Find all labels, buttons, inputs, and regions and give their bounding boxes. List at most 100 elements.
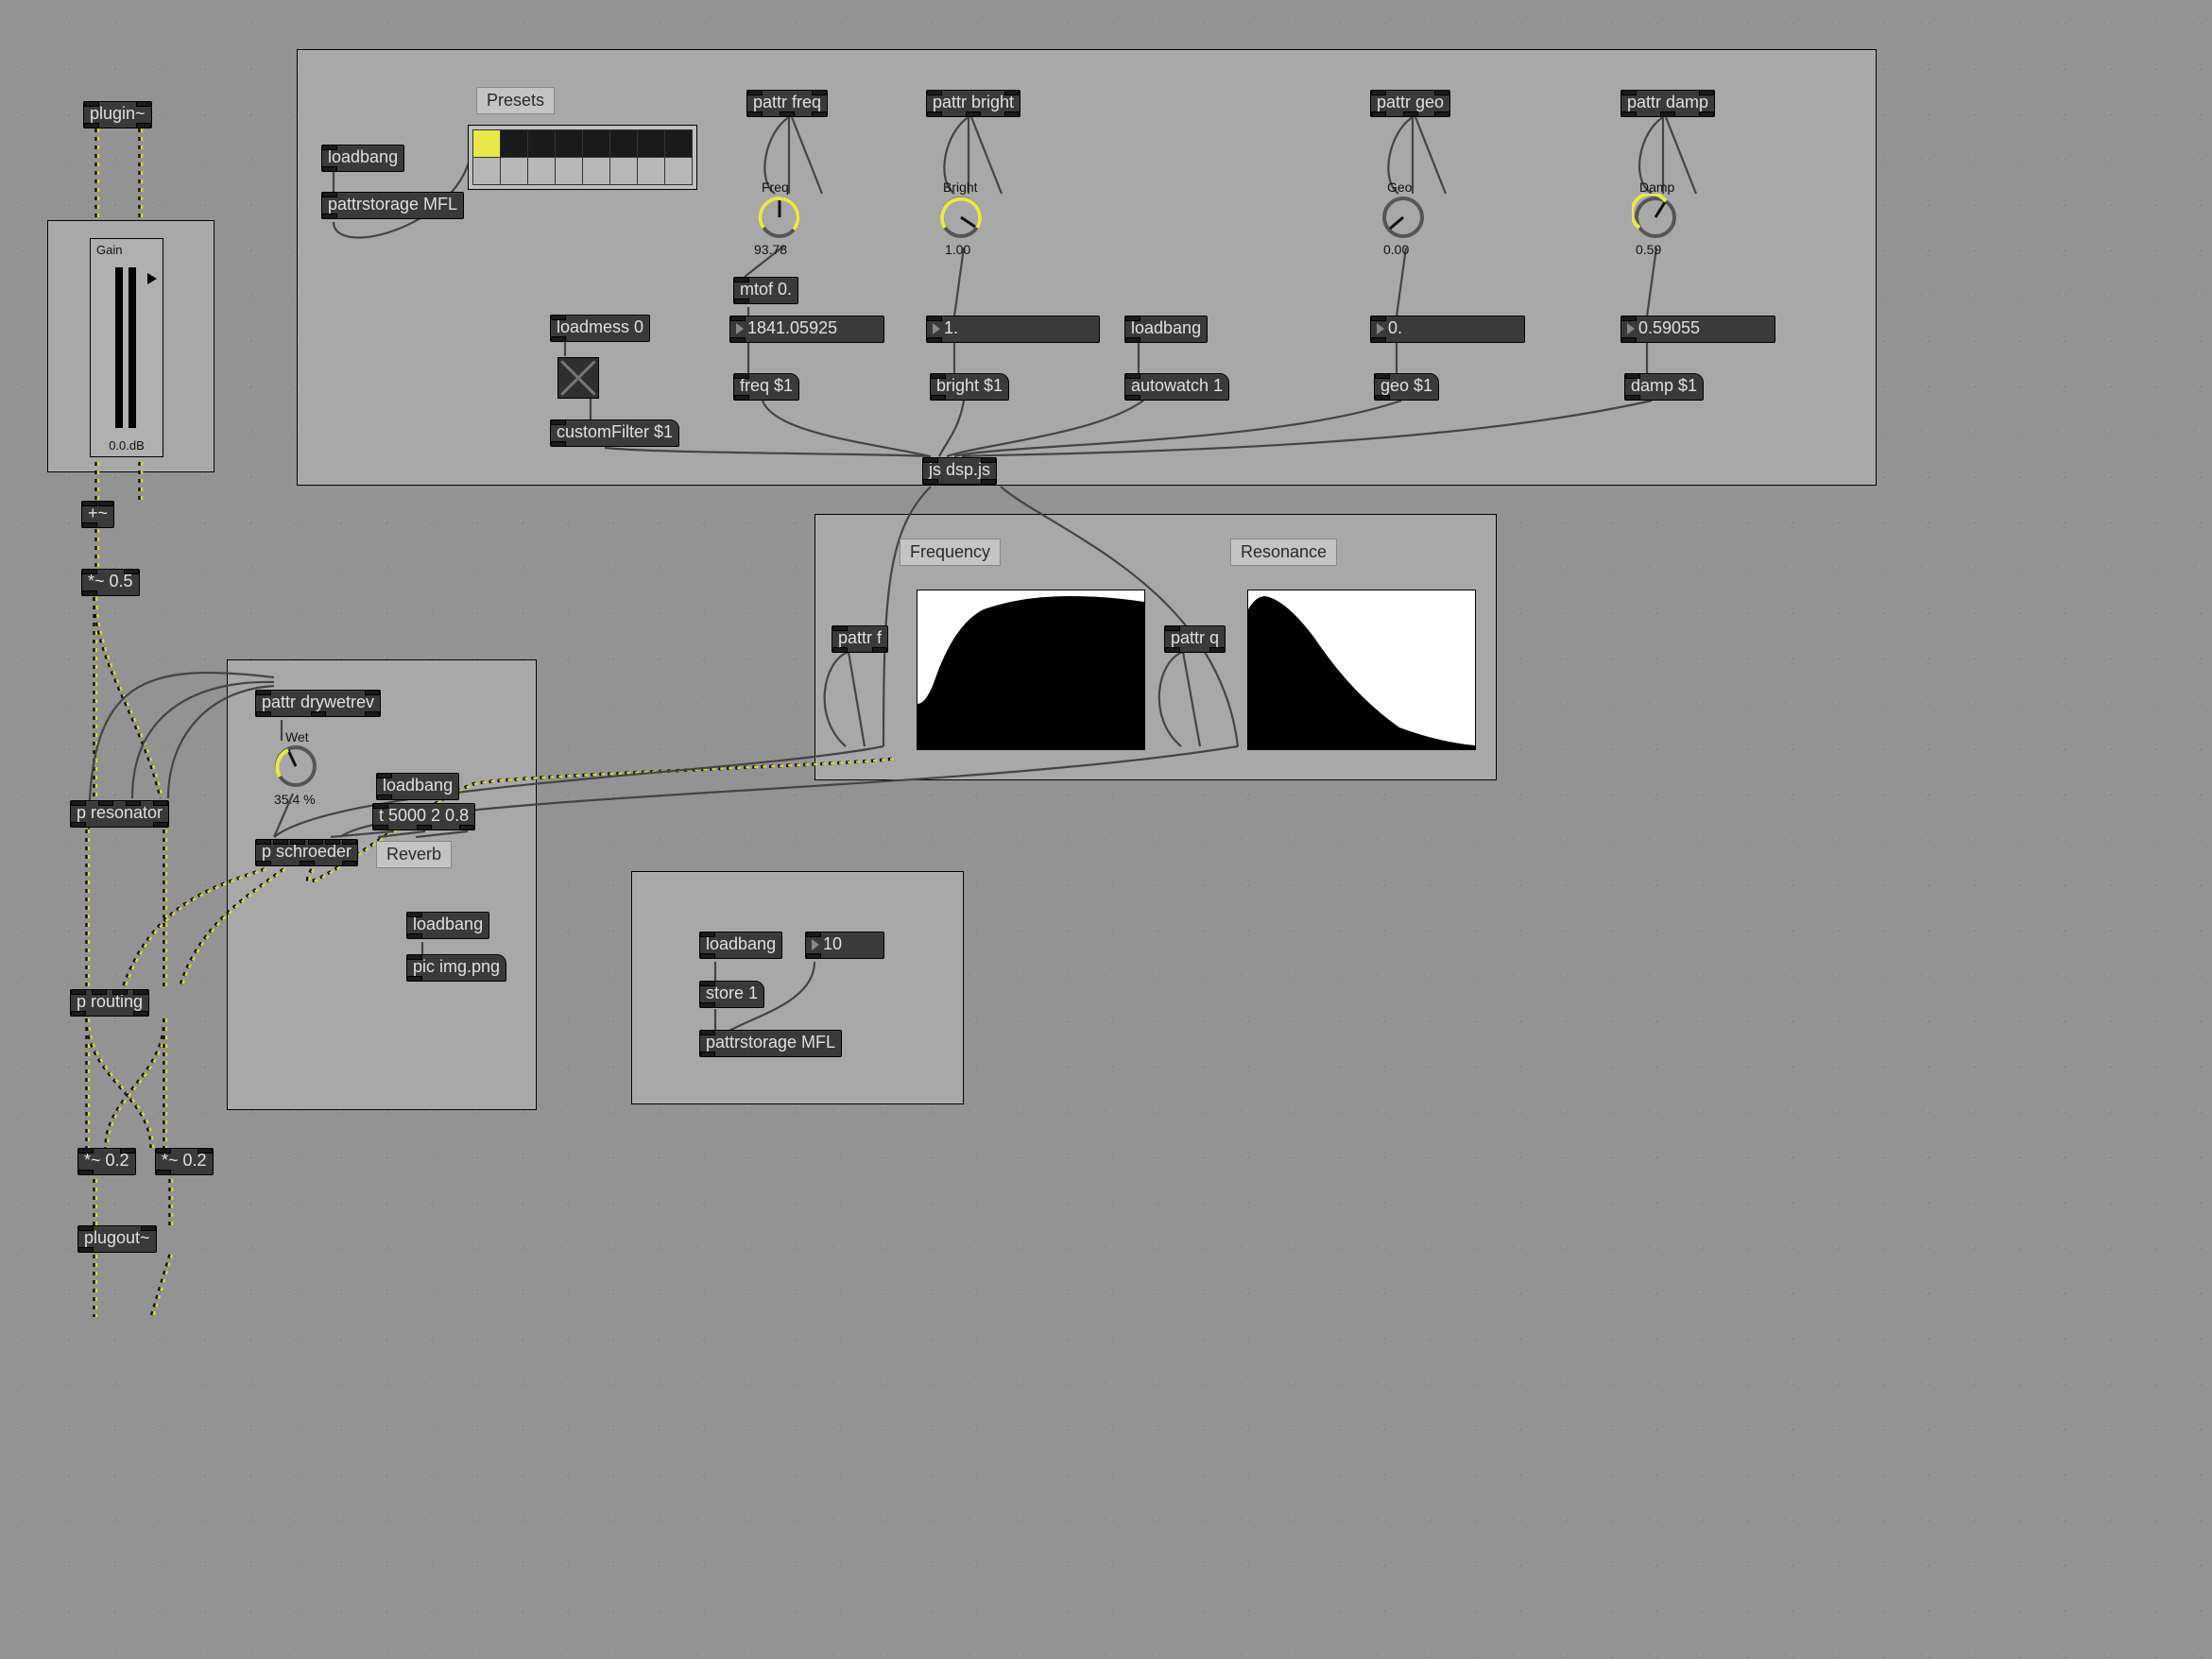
loadbang-autowatch[interactable]: loadbang [1124,316,1208,343]
pattr-q[interactable]: pattr q [1164,625,1226,653]
reverb-loadbang[interactable]: loadbang [376,773,459,800]
label: plugin~ [90,104,146,123]
label: loadbang [328,147,398,166]
label: loadbang [1131,318,1201,337]
schroeder[interactable]: p schroeder [255,839,358,866]
geo-numbox[interactable]: 0. [1370,316,1525,343]
pattr-f[interactable]: pattr f [832,625,888,653]
label: loadbang [706,934,776,953]
plugout-object[interactable]: plugout~ [77,1225,157,1253]
label: store 1 [706,983,758,1002]
label: pic img.png [413,957,500,976]
geo-dial[interactable] [1380,194,1427,241]
label: pattr drywetrev [262,693,374,711]
label: *~ 0.2 [162,1151,207,1170]
preset-grid[interactable] [468,125,697,190]
label: *~ 0.2 [84,1151,129,1170]
damp-dial-val: 0.59 [1636,242,1661,257]
label: damp $1 [1631,376,1697,395]
picimg[interactable]: pic img.png [406,954,506,982]
bright-dial-label: Bright [943,180,978,195]
pattr-bright[interactable]: pattr bright [926,90,1020,117]
geo-msg[interactable]: geo $1 [1374,373,1439,401]
store-panel [631,871,964,1104]
damp-msg[interactable]: damp $1 [1624,373,1704,401]
label: mtof 0. [740,280,792,299]
pattr-drywetrev[interactable]: pattr drywetrev [255,690,381,717]
pattrstorage-main[interactable]: pattrstorage MFL [321,192,464,219]
bright-msg[interactable]: bright $1 [930,373,1009,401]
res-table[interactable] [1247,590,1476,750]
label: t 5000 2 0.8 [379,806,469,825]
half-object[interactable]: *~ 0.5 [81,569,140,596]
label: loadmess 0 [557,317,643,336]
reverb-panel [227,659,537,1110]
damp-numbox[interactable]: 0.59055 [1620,316,1775,343]
play-icon [933,323,940,334]
play-icon [1627,323,1635,334]
gain-slider[interactable]: Gain 0.0.dB [90,238,163,457]
pattr-damp[interactable]: pattr damp [1620,90,1715,117]
freq-dial-label: Freq [762,180,789,195]
resonator-object[interactable]: p resonator [70,800,169,828]
store-loadbang[interactable]: loadbang [699,932,782,959]
label: loadbang [383,776,453,795]
freq-dial-val: 93.78 [754,242,787,257]
label: autowatch 1 [1131,376,1223,395]
freq-msg[interactable]: freq $1 [733,373,799,401]
label: 1. [944,318,958,337]
damp-dial-label: Damp [1639,180,1674,195]
reverb-label: Reverb [376,841,452,868]
customfilter-toggle[interactable] [557,357,599,399]
label: pattr freq [753,93,821,111]
freq-table[interactable] [917,590,1145,750]
t5000[interactable]: t 5000 2 0.8 [372,803,475,830]
mtof[interactable]: mtof 0. [733,277,798,304]
freq-numbox[interactable]: 1841.05925 [729,316,884,343]
label: pattr bright [933,93,1014,111]
sum-object[interactable]: +~ [81,501,114,528]
gain-db: 0.0.dB [109,438,145,453]
label: 0.59055 [1638,318,1700,337]
loadbang-presets[interactable]: loadbang [321,145,404,172]
label: customFilter $1 [557,422,673,441]
label: pattr geo [1377,93,1444,111]
pattr-geo[interactable]: pattr geo [1370,90,1450,117]
autowatch-msg[interactable]: autowatch 1 [1124,373,1229,401]
mul02a-object[interactable]: *~ 0.2 [77,1148,136,1175]
label: p schroeder [262,842,352,861]
label: p routing [77,992,143,1011]
pattr-freq[interactable]: pattr freq [746,90,828,117]
routing-object[interactable]: p routing [70,989,149,1017]
label: bright $1 [936,376,1003,395]
jsdsp[interactable]: js dsp.js [922,457,997,485]
damp-dial[interactable] [1632,194,1679,241]
presets-label: Presets [476,87,555,114]
label: *~ 0.5 [88,572,133,590]
label: 0. [1388,318,1402,337]
label: 1841.05925 [747,318,837,337]
label: pattr q [1171,628,1219,647]
bright-numbox[interactable]: 1. [926,316,1100,343]
label: pattrstorage MFL [706,1033,835,1052]
label: js dsp.js [929,460,990,479]
store-num10[interactable]: 10 [805,932,884,959]
gain-label: Gain [96,243,122,257]
freq-dial[interactable] [756,194,803,241]
customfilter-msg[interactable]: customFilter $1 [550,419,679,447]
geo-dial-val: 0.00 [1383,242,1409,257]
label: +~ [88,504,108,522]
wet-dial[interactable] [272,743,319,790]
resonance-label: Resonance [1230,539,1337,566]
bright-dial[interactable] [937,194,985,241]
store1[interactable]: store 1 [699,981,764,1008]
bright-dial-val: 1.00 [945,242,970,257]
loadmess0[interactable]: loadmess 0 [550,315,650,342]
store-pattrstorage[interactable]: pattrstorage MFL [699,1030,842,1057]
label: p resonator [77,803,163,822]
frequency-label: Frequency [900,539,1001,566]
play-icon [1377,323,1384,334]
mul02b-object[interactable]: *~ 0.2 [155,1148,214,1175]
reverb-loadbang2[interactable]: loadbang [406,912,489,939]
plugin-object[interactable]: plugin~ [83,101,152,128]
